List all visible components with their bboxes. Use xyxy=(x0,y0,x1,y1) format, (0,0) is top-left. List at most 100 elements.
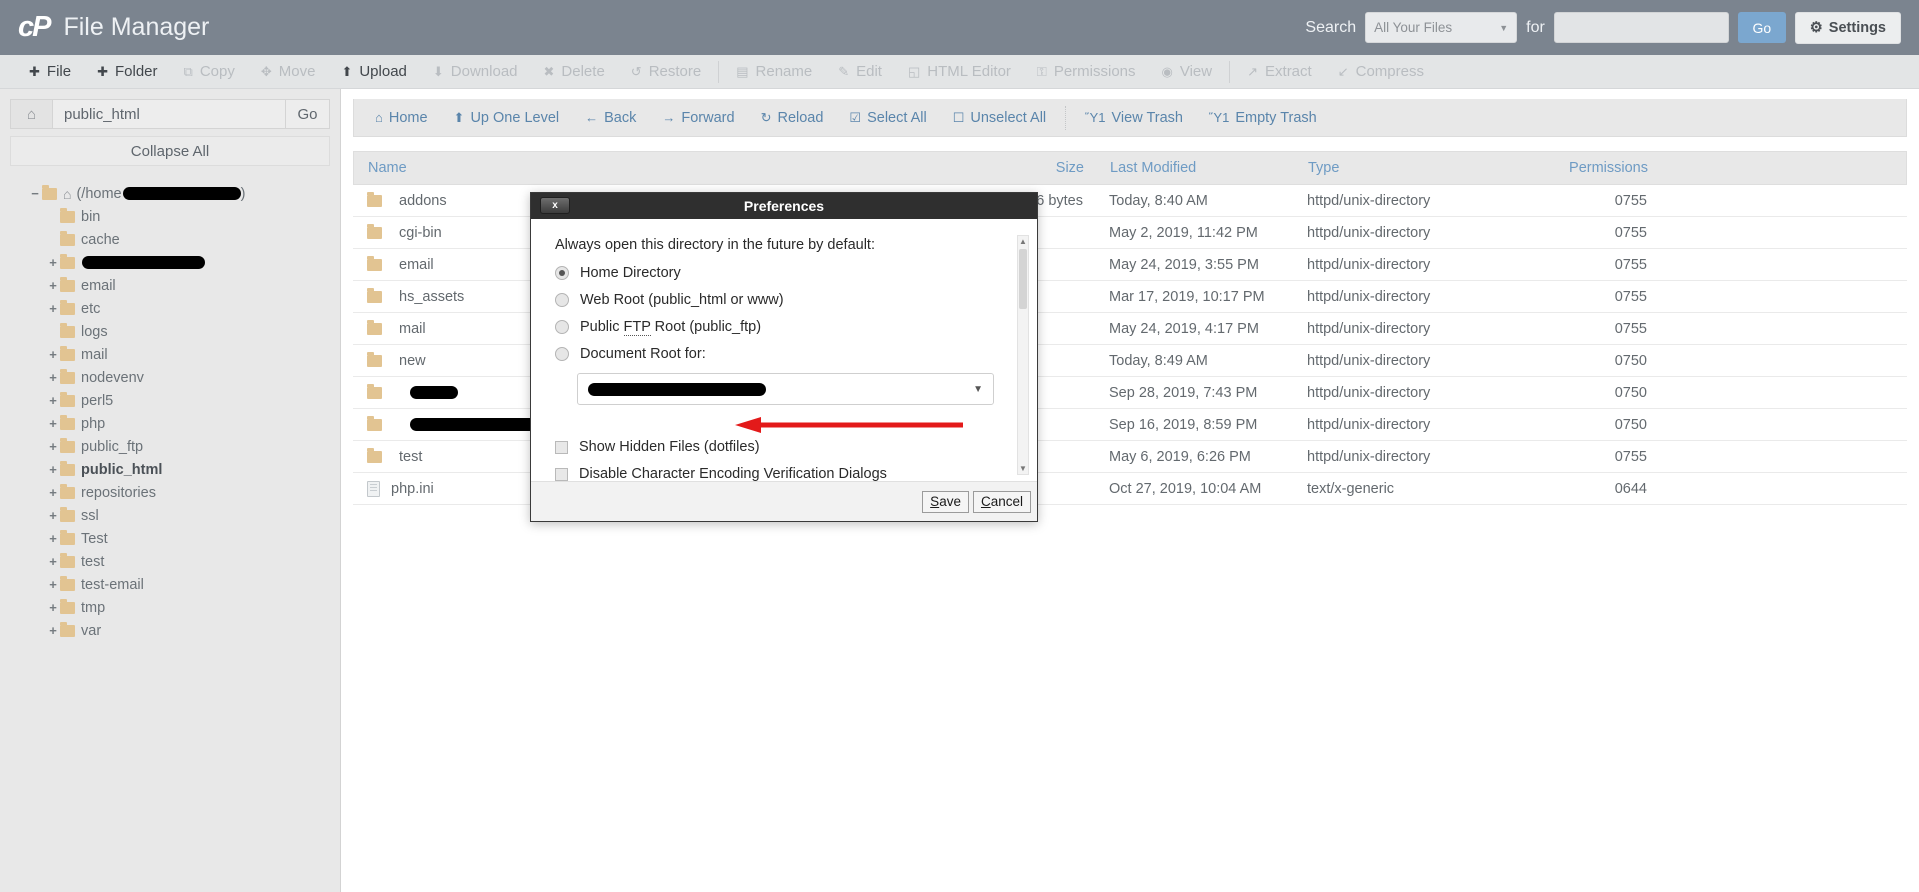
expand-icon[interactable]: + xyxy=(46,278,60,293)
radio-option-document-root[interactable]: Document Root for: xyxy=(555,346,1015,362)
expand-icon[interactable]: + xyxy=(46,301,60,316)
folder-icon xyxy=(60,253,75,269)
radio-option-home-directory[interactable]: Home Directory xyxy=(555,265,1015,281)
tree-node-email[interactable]: + email xyxy=(10,274,330,297)
save-button[interactable]: Save xyxy=(922,490,969,513)
tree-node-home[interactable]: − ⌂ (/home) xyxy=(10,182,330,205)
path-input[interactable]: public_html xyxy=(53,99,286,129)
expand-icon[interactable]: + xyxy=(46,531,60,546)
expand-icon[interactable]: + xyxy=(46,485,60,500)
radio-icon-web-root[interactable] xyxy=(555,293,569,307)
collapse-icon[interactable]: − xyxy=(28,186,42,201)
nav-item-up-one-level[interactable]: ⬆ Up One Level xyxy=(441,110,573,126)
tree-node-cache[interactable]: cache xyxy=(10,228,330,251)
nav-item-unselect-all[interactable]: ☐ Unselect All xyxy=(940,110,1059,126)
tree-node-perl5[interactable]: + perl5 xyxy=(10,389,330,412)
cancel-button[interactable]: Cancel xyxy=(972,490,1031,513)
checkbox-icon-disable-encoding-dialogs[interactable] xyxy=(555,467,568,481)
toolbar-item-label: Restore xyxy=(648,63,702,80)
nav-item-home[interactable]: ⌂ Home xyxy=(362,110,441,126)
scroll-up-icon[interactable]: ▲ xyxy=(1018,236,1028,247)
home-icon[interactable]: ⌂ xyxy=(10,99,53,129)
nav-item-forward[interactable]: → Forward xyxy=(649,110,747,126)
tree-node-nodevenv[interactable]: + nodevenv xyxy=(10,366,330,389)
tree-node-public_ftp[interactable]: + public_ftp xyxy=(10,435,330,458)
collapse-all-button[interactable]: Collapse All xyxy=(10,136,330,166)
toolbar-separator xyxy=(718,60,720,83)
radio-icon-home-directory[interactable] xyxy=(555,266,569,280)
tree-node-public_html[interactable]: + public_html xyxy=(10,458,330,481)
column-header-type[interactable]: Type xyxy=(1304,160,1514,176)
tree-node-bin[interactable]: bin xyxy=(10,205,330,228)
tree-node-ssl[interactable]: + ssl xyxy=(10,504,330,527)
expand-icon[interactable]: + xyxy=(46,347,60,362)
settings-button[interactable]: ⚙ Settings xyxy=(1794,11,1901,44)
tree-node-test[interactable]: + test xyxy=(10,550,330,573)
tree-node-php[interactable]: + php xyxy=(10,412,330,435)
expand-icon[interactable]: + xyxy=(46,508,60,523)
checkbox-icon-show-hidden-files[interactable] xyxy=(555,440,568,454)
folder-icon xyxy=(60,598,75,614)
tree-node-redacted[interactable]: + xyxy=(10,251,330,274)
checkbox-option-show-hidden-files[interactable]: Show Hidden Files (dotfiles) xyxy=(555,439,1015,455)
radio-option-public-ftp-root[interactable]: Public FTP Root (public_ftp) xyxy=(555,319,1015,336)
radio-icon-document-root[interactable] xyxy=(555,347,569,361)
restore-icon: ↺ xyxy=(630,64,642,79)
scroll-down-icon[interactable]: ▼ xyxy=(1018,463,1028,474)
nav-item-reload[interactable]: ↻ Reload xyxy=(748,110,837,126)
tree-node-etc[interactable]: + etc xyxy=(10,297,330,320)
column-header-permissions[interactable]: Permissions xyxy=(1514,160,1664,176)
rename-icon: ▤ xyxy=(736,64,749,79)
close-icon[interactable]: x xyxy=(540,197,570,214)
tree-node-var[interactable]: + var xyxy=(10,619,330,642)
expand-icon[interactable]: + xyxy=(46,416,60,431)
tree-node-test[interactable]: + Test xyxy=(10,527,330,550)
nav-item-label: View Trash xyxy=(1111,109,1183,126)
cell-permissions: 0755 xyxy=(1614,288,1647,305)
path-row: ⌂ public_html Go xyxy=(10,99,330,129)
expand-icon[interactable]: + xyxy=(46,600,60,615)
toolbar-item-permissions: ⚿ Permissions xyxy=(1024,63,1149,80)
toolbar-item-folder[interactable]: ✚ Folder xyxy=(84,63,170,80)
nav-item-view-trash[interactable]: Ὕ1 View Trash xyxy=(1072,110,1196,126)
cell-type: httpd/unix-directory xyxy=(1307,256,1431,273)
expand-icon[interactable]: + xyxy=(46,462,60,477)
radio-icon-public-ftp-root[interactable] xyxy=(555,320,569,334)
tree-node-logs[interactable]: logs xyxy=(10,320,330,343)
tree-node-mail[interactable]: + mail xyxy=(10,343,330,366)
radio-option-web-root[interactable]: Web Root (public_html or www) xyxy=(555,292,1015,308)
expand-icon[interactable]: + xyxy=(46,554,60,569)
tree-node-repositories[interactable]: + repositories xyxy=(10,481,330,504)
dialog-scrollbar[interactable]: ▲ ▼ xyxy=(1017,235,1029,475)
cell-last-modified: May 2, 2019, 11:42 PM xyxy=(1109,224,1258,241)
checkbox-checked-icon: ☑ xyxy=(849,109,862,125)
expand-icon[interactable]: + xyxy=(46,577,60,592)
search-scope-select[interactable]: All Your Files ▼ xyxy=(1365,12,1518,43)
nav-item-select-all[interactable]: ☑ Select All xyxy=(836,110,939,126)
column-header-name[interactable]: Name xyxy=(354,160,974,176)
nav-item-empty-trash[interactable]: Ὕ1 Empty Trash xyxy=(1196,110,1330,126)
search-go-button[interactable]: Go xyxy=(1737,12,1786,43)
expand-icon[interactable]: + xyxy=(46,623,60,638)
cell-permissions: 0755 xyxy=(1614,320,1647,337)
path-go-button[interactable]: Go xyxy=(286,99,330,129)
expand-icon[interactable]: + xyxy=(46,393,60,408)
extract-icon: ↗ xyxy=(1247,64,1259,79)
toolbar-item-upload[interactable]: ⬆ Upload xyxy=(328,63,419,80)
file-name: addons xyxy=(399,192,447,209)
cell-last-modified: May 24, 2019, 3:55 PM xyxy=(1109,256,1259,273)
document-root-select[interactable]: ▼ xyxy=(577,373,994,405)
checkbox-label-disable-encoding-dialogs: Disable Character Encoding Verification … xyxy=(579,466,887,482)
toolbar-item-file[interactable]: ✚ File xyxy=(16,63,84,80)
expand-icon[interactable]: + xyxy=(46,370,60,385)
column-header-last-modified[interactable]: Last Modified xyxy=(1084,160,1304,176)
tree-node-test-email[interactable]: + test-email xyxy=(10,573,330,596)
tree-node-tmp[interactable]: + tmp xyxy=(10,596,330,619)
checkbox-option-disable-encoding-dialogs[interactable]: Disable Character Encoding Verification … xyxy=(555,466,1015,482)
column-header-size[interactable]: Size xyxy=(974,160,1084,176)
expand-icon[interactable]: + xyxy=(46,439,60,454)
expand-icon[interactable]: + xyxy=(46,255,60,270)
scrollbar-thumb[interactable] xyxy=(1019,249,1027,309)
search-input[interactable] xyxy=(1553,12,1729,43)
nav-item-back[interactable]: ← Back xyxy=(572,110,649,126)
